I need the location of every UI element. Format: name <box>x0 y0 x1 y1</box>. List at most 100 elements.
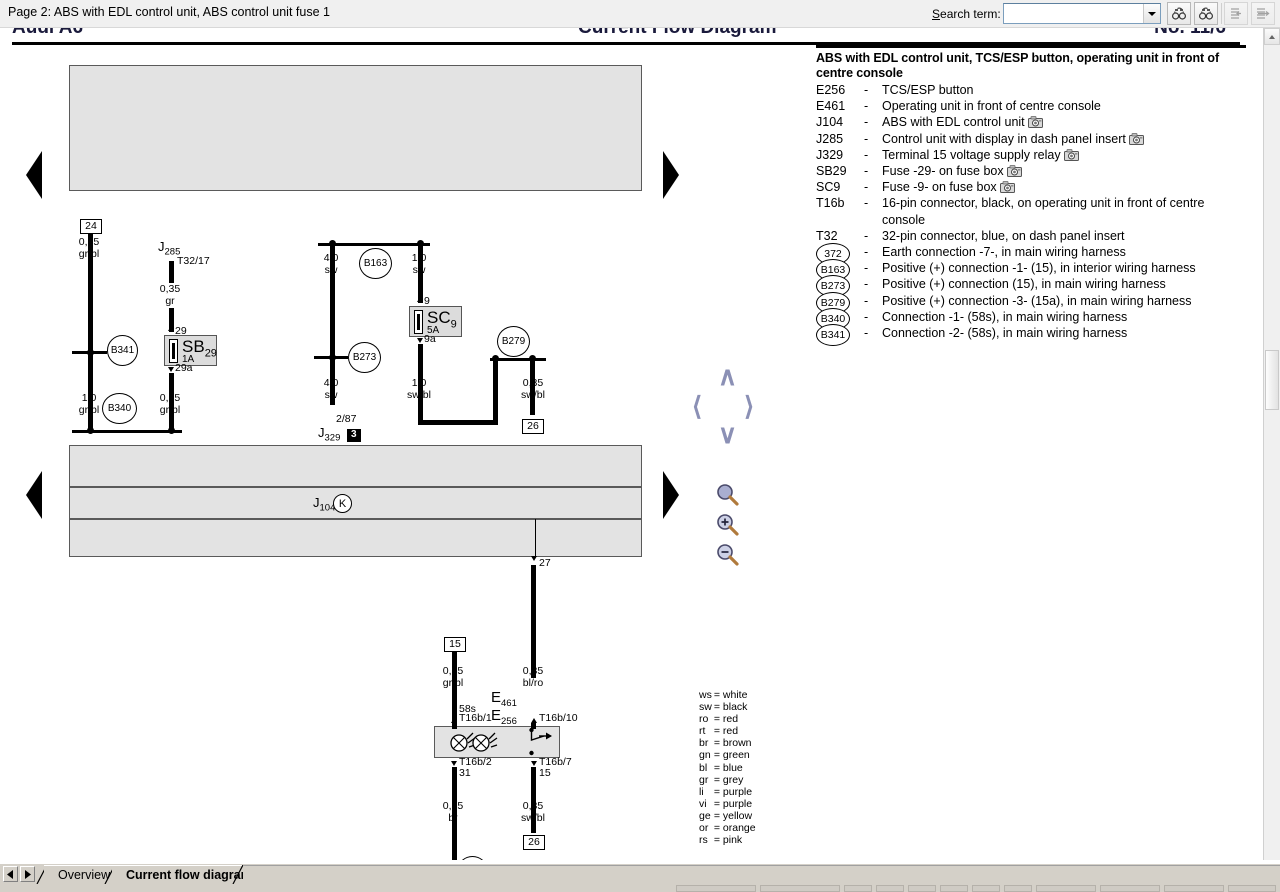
legend-entry-dash: - <box>864 228 882 244</box>
camera-icon[interactable] <box>1000 181 1015 193</box>
tab-scroll-prev-button[interactable] <box>3 866 18 882</box>
legend-entry[interactable]: J104-ABS with EDL control unit <box>816 114 1246 130</box>
legend-entry-key: J104 <box>816 114 864 130</box>
bottom-status-bar[interactable] <box>0 884 1280 892</box>
legend-entry[interactable]: J285-Control unit with display in dash p… <box>816 131 1246 147</box>
legend-entry-key: T16b <box>816 195 864 211</box>
connection-node-b273[interactable]: B273 <box>348 342 381 373</box>
colour-abbr: vi <box>699 798 714 810</box>
camera-icon[interactable] <box>1129 133 1144 145</box>
wire-colour-9a: sw/bl <box>407 389 431 401</box>
component-id-e461: E461 <box>491 689 517 709</box>
wire-t16b1-stub <box>452 723 457 729</box>
legend-entry[interactable]: T32-32-pin connector, blue, on dash pane… <box>816 228 1246 244</box>
legend-entry-dash: - <box>864 147 882 163</box>
prev-page-arrow-bottom[interactable] <box>26 471 42 519</box>
vertical-scrollbar[interactable] <box>1263 28 1280 860</box>
search-input[interactable] <box>1004 4 1143 23</box>
previous-entry-button[interactable] <box>1224 2 1248 25</box>
document-canvas: 24 0,35gr/bl B341 1,0 gr/bl B340 J285 T32… <box>0 45 1254 860</box>
colour-abbr: br <box>699 737 714 749</box>
pin-label-t32-17: T32/17 <box>177 256 210 268</box>
status-segment-1 <box>676 885 756 892</box>
next-page-arrow-bottom[interactable] <box>663 471 679 519</box>
legend-entry[interactable]: B340 -Connection -1- (58s), in main wiri… <box>816 309 1246 325</box>
connection-node-b163[interactable]: B163 <box>359 248 392 279</box>
wire-gauge-15: 0,35 <box>443 665 463 677</box>
legend-entry-description: Fuse -9- on fuse box <box>882 179 1246 195</box>
wire-gauge-b163: 4,0 <box>324 252 339 264</box>
legend-entry[interactable]: E461-Operating unit in front of centre c… <box>816 98 1246 114</box>
colour-key-row: ge= yellow <box>699 810 758 822</box>
wire-colour-b163: sw <box>325 264 338 276</box>
pin-arrow-t16b7 <box>531 761 537 766</box>
legend-entry[interactable]: B279 -Positive (+) connection -3- (15a),… <box>816 293 1246 309</box>
colour-name: = green <box>714 749 758 761</box>
connector-box-26-top[interactable]: 26 <box>522 419 544 434</box>
wire-colour-br: br <box>448 812 457 824</box>
wire-gauge-b341: 1,0 <box>82 392 97 404</box>
legend-entry[interactable]: J329-Terminal 15 voltage supply relay <box>816 147 1246 163</box>
wire-colour-15: gr/bl <box>443 677 463 689</box>
connector-box-24[interactable]: 24 <box>80 219 102 234</box>
j104-band-middle[interactable] <box>69 487 642 519</box>
pin-label-t16b10: T16b/10 <box>539 713 578 725</box>
wire-gauge-29a: 0,35 <box>160 392 180 404</box>
next-page-arrow-top[interactable] <box>663 151 679 199</box>
wire-spec-b163: 4,0sw <box>306 253 356 276</box>
binoculars-forward-icon <box>1171 6 1187 22</box>
colour-name: = purple <box>714 786 758 798</box>
colour-key-row: ro= red <box>699 713 758 725</box>
connection-node-b340[interactable]: B340 <box>102 393 137 424</box>
zoom-out-icon[interactable] <box>714 541 742 569</box>
camera-icon[interactable] <box>1064 149 1079 161</box>
legend-entry-key: J285 <box>816 131 864 147</box>
wire-spec-15: 0,35gr/bl <box>428 666 478 689</box>
legend-entry-dash: - <box>864 309 882 325</box>
connector-box-26-bottom[interactable]: 26 <box>523 835 545 850</box>
next-entry-button[interactable] <box>1251 2 1275 25</box>
wire-t32-stub <box>169 261 174 283</box>
connector-box-15[interactable]: 15 <box>444 637 466 652</box>
legend-entry[interactable]: B273 -Positive (+) connection (15), in m… <box>816 276 1246 292</box>
legend-entry[interactable]: T16b-16-pin connector, black, on operati… <box>816 195 1246 227</box>
legend-entry-key: B340 <box>816 309 864 325</box>
pan-left-icon[interactable]: ⟨ <box>692 393 702 419</box>
colour-abbr: ge <box>699 810 714 822</box>
legend-entry[interactable]: B163 -Positive (+) connection -1- (15), … <box>816 260 1246 276</box>
pan-navigation-pad: ∧ ⟨ ⟩ ∨ <box>692 371 772 461</box>
legend-entry[interactable]: 372 -Earth connection -7-, in main wirin… <box>816 244 1246 260</box>
legend-entry-key: J329 <box>816 147 864 163</box>
document-number: No. 11/6 <box>1154 28 1226 39</box>
zoom-reset-icon[interactable] <box>714 481 742 509</box>
legend-entry[interactable]: E256-TCS/ESP button <box>816 82 1246 98</box>
find-next-button[interactable] <box>1167 2 1191 25</box>
status-segment-8 <box>1004 885 1032 892</box>
pan-right-icon[interactable]: ⟩ <box>744 393 754 419</box>
camera-icon[interactable] <box>1007 165 1022 177</box>
search-combobox[interactable] <box>1003 3 1161 24</box>
connection-node-b279[interactable]: B279 <box>497 326 530 357</box>
pan-down-icon[interactable]: ∨ <box>718 421 737 447</box>
wire-spec-t32: 0,35gr <box>145 284 195 307</box>
chevron-down-icon[interactable] <box>1143 4 1160 23</box>
find-previous-button[interactable] <box>1194 2 1218 25</box>
legend-entry[interactable]: SB29-Fuse -29- on fuse box <box>816 163 1246 179</box>
earth-node-372[interactable]: 372 <box>458 856 487 860</box>
component-id-j329: J329 <box>318 425 340 444</box>
zoom-in-icon[interactable] <box>714 511 742 539</box>
wire-b279-down <box>493 358 498 422</box>
tab-scroll-next-button[interactable] <box>20 866 35 882</box>
scroll-up-button[interactable] <box>1264 28 1280 45</box>
legend-entry-description: Positive (+) connection (15), in main wi… <box>882 276 1246 292</box>
pin-arrow-29 <box>168 326 174 331</box>
camera-icon[interactable] <box>1028 116 1043 128</box>
connection-node-b341[interactable]: B341 <box>107 335 138 366</box>
scrollbar-thumb[interactable] <box>1265 350 1279 410</box>
wire-gauge-24: 0,35 <box>79 236 99 248</box>
pan-up-icon[interactable]: ∧ <box>718 363 737 389</box>
component-id-e256: E256 <box>491 707 517 727</box>
prev-page-arrow-top[interactable] <box>26 151 42 199</box>
legend-entry[interactable]: SC9-Fuse -9- on fuse box <box>816 179 1246 195</box>
legend-entry[interactable]: B341 -Connection -2- (58s), in main wiri… <box>816 325 1246 341</box>
